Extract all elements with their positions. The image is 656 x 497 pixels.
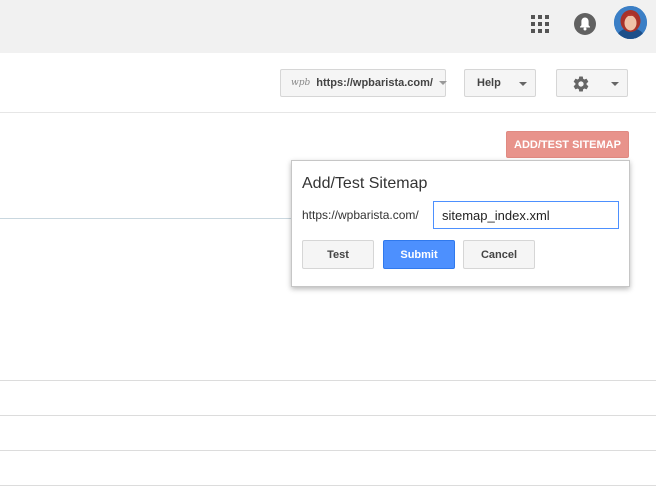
- submit-button[interactable]: Submit: [383, 240, 455, 269]
- gear-icon: [573, 76, 589, 92]
- sitemap-path-input[interactable]: [433, 201, 619, 229]
- top-bar: [0, 0, 656, 53]
- apps-grid-icon[interactable]: [531, 15, 549, 33]
- add-test-sitemap-button[interactable]: ADD/TEST SITEMAP: [506, 131, 629, 158]
- help-label: Help: [477, 77, 501, 89]
- chevron-down-icon: [519, 82, 527, 86]
- add-test-sitemap-dialog: Add/Test Sitemap https://wpbarista.com/ …: [291, 160, 630, 287]
- toolbar-divider: [0, 112, 656, 113]
- table-row-divider: [0, 485, 656, 486]
- sitemap-url-prefix: https://wpbarista.com/: [302, 208, 419, 222]
- table-row-divider: [0, 380, 656, 381]
- test-button[interactable]: Test: [302, 240, 374, 269]
- table-row-divider: [0, 450, 656, 451]
- help-button[interactable]: Help: [464, 69, 536, 97]
- cancel-button[interactable]: Cancel: [463, 240, 535, 269]
- user-avatar[interactable]: [614, 6, 647, 39]
- content-divider: [0, 218, 292, 219]
- chevron-down-icon: [438, 81, 447, 85]
- site-logo-icon: wpb: [291, 78, 311, 88]
- dialog-title: Add/Test Sitemap: [302, 175, 428, 192]
- site-selector-dropdown[interactable]: wpb https://wpbarista.com/: [280, 69, 447, 97]
- site-url-label: https://wpbarista.com/: [316, 77, 433, 89]
- notifications-bell-icon[interactable]: [574, 13, 596, 35]
- settings-button[interactable]: [556, 69, 628, 97]
- chevron-down-icon: [611, 82, 619, 86]
- table-row-divider: [0, 415, 656, 416]
